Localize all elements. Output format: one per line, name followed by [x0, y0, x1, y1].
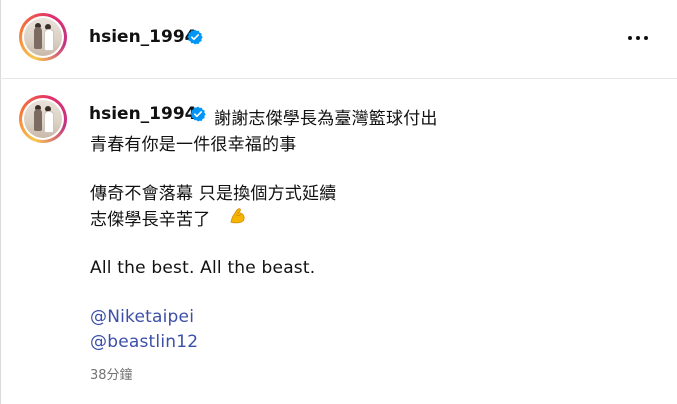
- post-header: hsien_1994: [0, 0, 677, 79]
- verified-badge-icon: [187, 29, 203, 45]
- caption-line: 謝謝志傑學長為臺灣籃球付出: [214, 109, 438, 129]
- caption-line: 志傑學長辛苦了: [90, 210, 211, 230]
- post-timestamp[interactable]: 38分鐘: [90, 364, 133, 383]
- avatar-photo: [24, 18, 62, 56]
- avatar-photo: [24, 100, 62, 138]
- header-username[interactable]: hsien_1994: [89, 27, 197, 47]
- caption-avatar[interactable]: [19, 95, 67, 143]
- mention-link[interactable]: @Niketaipei: [90, 307, 194, 327]
- caption-line: 傳奇不會落幕 只是換個方式延續: [90, 184, 337, 204]
- post-panel: hsien_1994 hsien_1994 謝謝志傑學長為臺灣籃球付出 青春有你…: [0, 0, 677, 404]
- caption-line: All the best. All the beast.: [90, 258, 316, 278]
- more-horizontal-icon: [628, 36, 632, 40]
- profile-avatar[interactable]: [19, 13, 67, 61]
- verified-badge-icon: [190, 106, 206, 122]
- flexed-biceps-icon: [230, 208, 245, 224]
- mention-link[interactable]: @beastlin12: [90, 332, 198, 352]
- caption-username[interactable]: hsien_1994: [89, 104, 197, 124]
- caption-line: 青春有你是一件很幸福的事: [90, 135, 297, 155]
- more-options-button[interactable]: [624, 28, 652, 48]
